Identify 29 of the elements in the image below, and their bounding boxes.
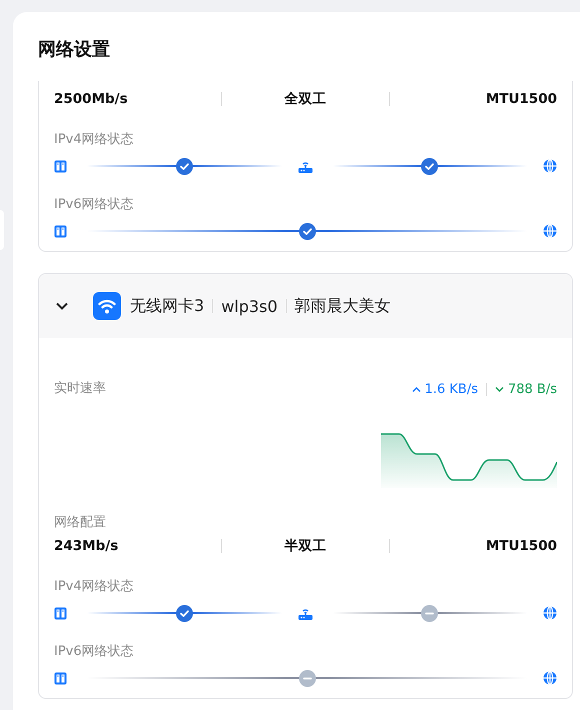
globe-icon [543,224,557,238]
link-speed: 243Mb/s [54,538,120,554]
computer-icon [54,606,67,620]
duplex-mode: 全双工 [284,90,328,108]
status-label: IPv6网络状态 [54,196,135,214]
status-label: IPv4网络状态 [54,131,135,149]
rate-label: 实时速率 [54,380,106,398]
computer-icon [54,224,67,238]
mtu-value: MTU1500 [484,91,557,107]
status-label: IPv4网络状态 [54,578,135,596]
wifi-icon [93,292,121,320]
globe-icon [543,671,557,685]
router-icon [298,160,312,172]
mtu-value: MTU1500 [484,538,557,554]
computer-icon [54,160,67,172]
globe-icon [543,606,557,620]
duplex-mode: 半双工 [284,537,328,555]
link-speed: 2500Mb/s [54,91,129,107]
config-label: 网络配置 [54,514,107,532]
status-label: IPv6网络状态 [54,643,135,661]
download-rate: 788 B/s [508,382,557,396]
interface-name: wlp3s0 [221,296,278,316]
network-name: 郭雨晨大美女 [294,296,391,316]
page-title: 网络设置 [38,38,111,62]
computer-icon [54,672,67,684]
router-icon [298,606,312,620]
upload-rate: 1.6 KB/s [424,382,478,396]
adapter-name: 无线网卡3 [130,296,204,316]
globe-icon [543,159,557,173]
